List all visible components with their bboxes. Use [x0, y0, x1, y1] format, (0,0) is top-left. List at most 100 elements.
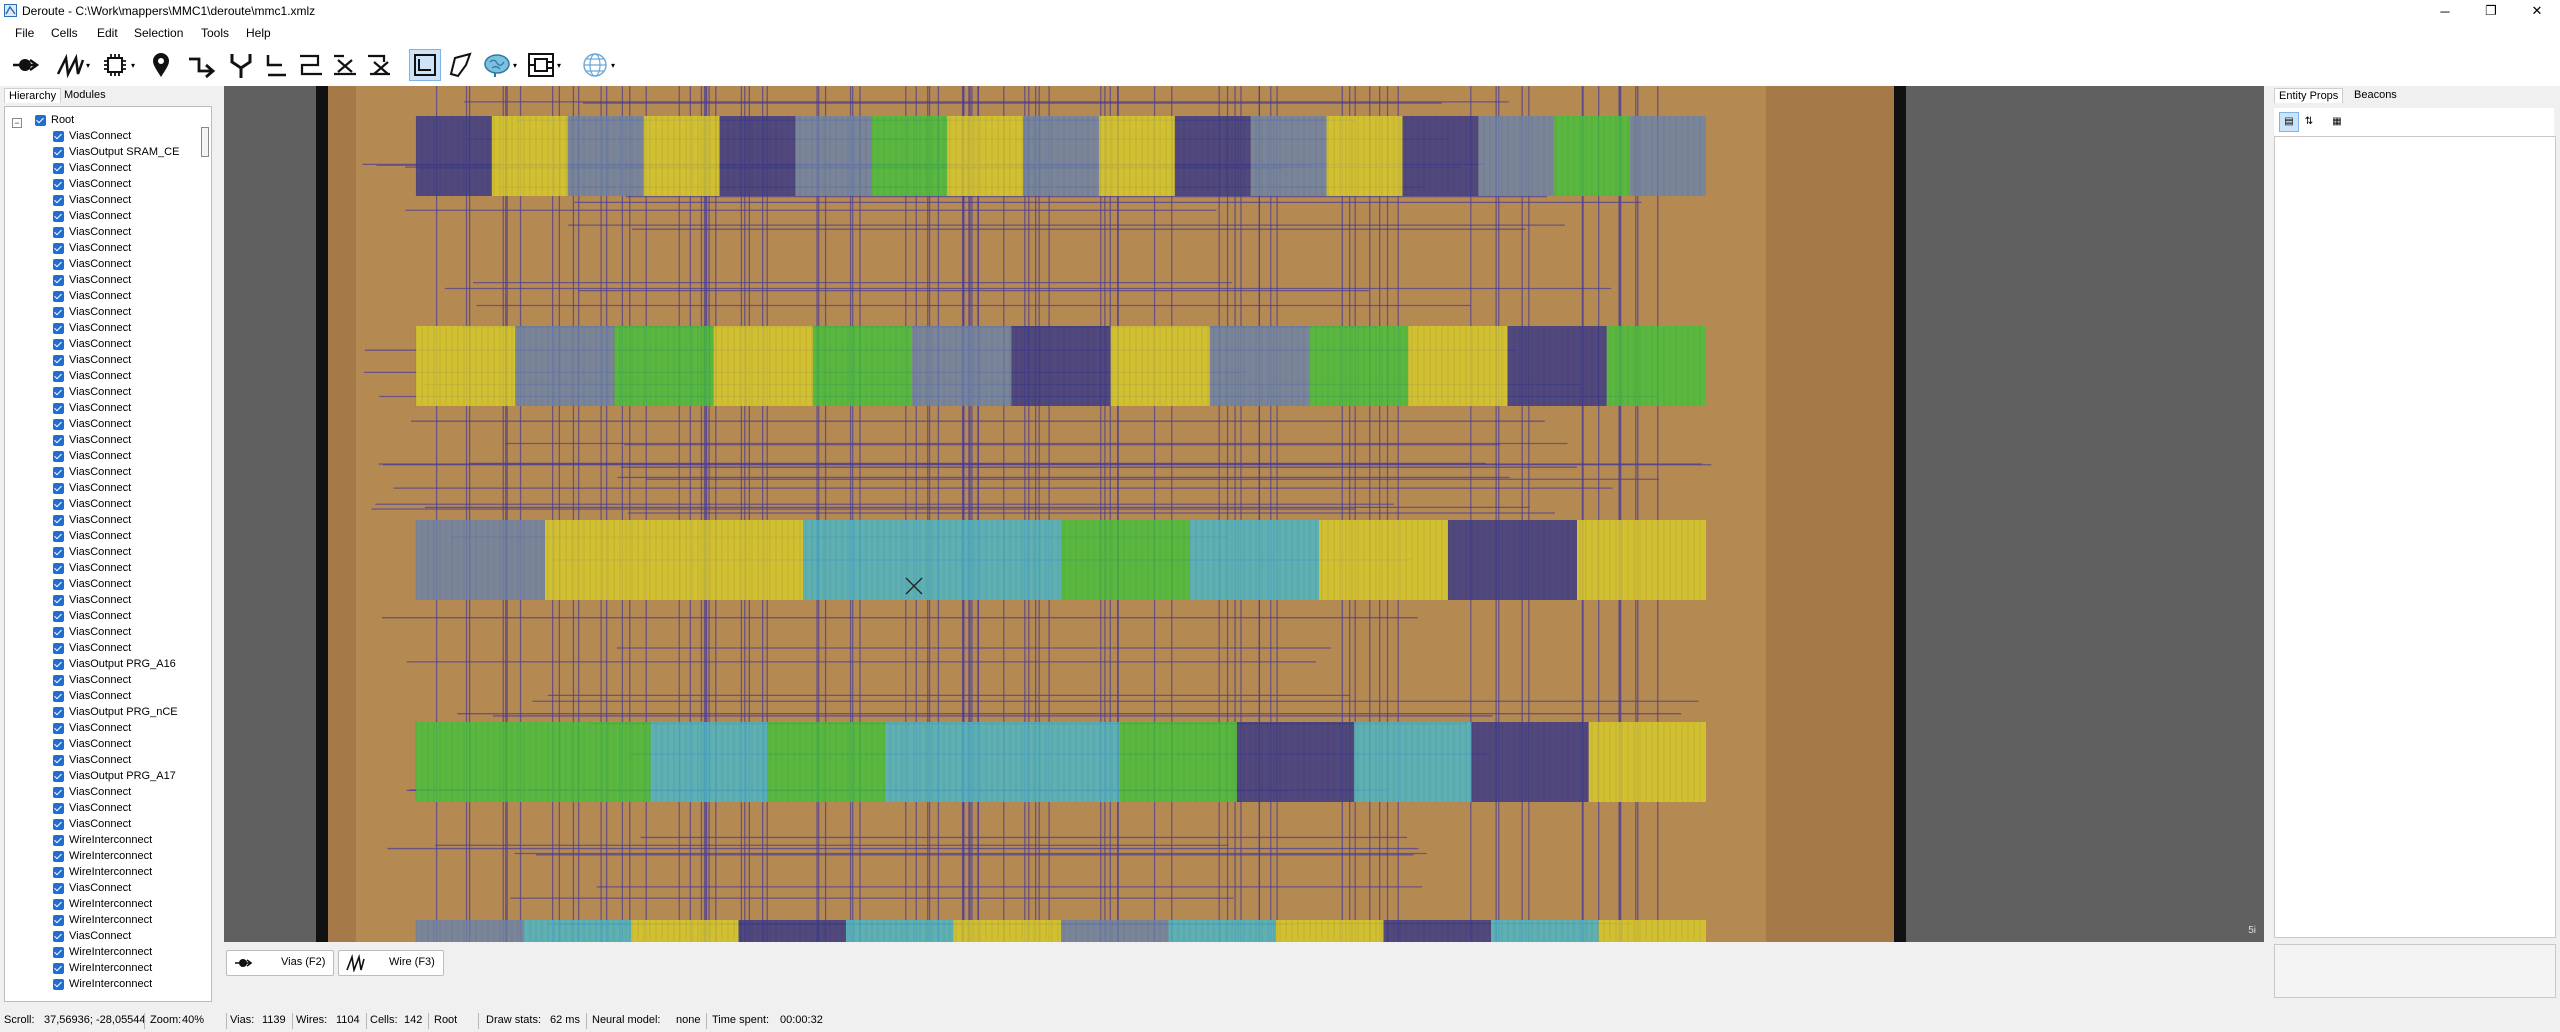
checkbox[interactable] [53, 931, 64, 942]
wire-mode-button[interactable]: Wire (F3) [338, 950, 444, 976]
main-canvas[interactable]: 5i [224, 86, 2264, 942]
tree-item[interactable]: WireInterconnect [53, 913, 199, 929]
checkbox[interactable] [53, 547, 64, 558]
tree-item[interactable]: ViasConnect [53, 641, 199, 657]
sort-alphabetical-icon[interactable]: ⇅ [2300, 113, 2318, 131]
checkbox[interactable] [53, 147, 64, 158]
property-pages-icon[interactable]: ▦ [2328, 113, 2346, 131]
tree-item[interactable]: ViasConnect [53, 353, 199, 369]
checkbox[interactable] [53, 675, 64, 686]
tree-root[interactable]: Root [35, 113, 195, 129]
tree-item[interactable]: WireInterconnect [53, 849, 199, 865]
checkbox[interactable] [53, 275, 64, 286]
tree-item[interactable]: ViasOutput PRG_A17 [53, 769, 199, 785]
region-select-tool-button[interactable] [409, 49, 441, 81]
tab-hierarchy[interactable]: Hierarchy [4, 88, 62, 103]
maximize-button[interactable]: ❐ [2468, 0, 2514, 22]
hierarchy-tree[interactable]: Root ViasConnect ViasOutput SRAM_CE ViasCo… [4, 106, 212, 1002]
checkbox[interactable] [53, 883, 64, 894]
checkbox[interactable] [53, 643, 64, 654]
checkbox[interactable] [53, 227, 64, 238]
checkbox[interactable] [53, 851, 64, 862]
checkbox[interactable] [53, 259, 64, 270]
checkbox[interactable] [53, 419, 64, 430]
checkbox[interactable] [53, 531, 64, 542]
tree-scrollbar[interactable] [201, 127, 209, 157]
tree-item[interactable]: ViasConnect [53, 785, 199, 801]
tree-item[interactable]: WireInterconnect [53, 961, 199, 977]
wire-path-2-tool-button[interactable] [296, 50, 326, 80]
checkbox[interactable] [53, 403, 64, 414]
menu-help[interactable]: Help [246, 26, 271, 40]
checkbox[interactable] [53, 627, 64, 638]
checkbox[interactable] [35, 115, 46, 126]
tree-item[interactable]: ViasConnect [53, 881, 199, 897]
tree-item[interactable]: ViasConnect [53, 513, 199, 529]
checkbox[interactable] [53, 755, 64, 766]
tree-item[interactable]: ViasConnect [53, 481, 199, 497]
tree-item[interactable]: ViasConnect [53, 337, 199, 353]
checkbox[interactable] [53, 211, 64, 222]
checkbox[interactable] [53, 339, 64, 350]
tree-item[interactable]: ViasConnect [53, 417, 199, 433]
checkbox[interactable] [53, 483, 64, 494]
cell-tool-button[interactable] [100, 50, 130, 80]
neural-tool-button[interactable] [482, 50, 512, 80]
checkbox[interactable] [53, 947, 64, 958]
tree-item[interactable]: ViasConnect [53, 465, 199, 481]
tree-item[interactable]: ViasConnect [53, 369, 199, 385]
tab-beacons[interactable]: Beacons [2350, 88, 2401, 102]
tree-item[interactable]: ViasConnect [53, 449, 199, 465]
tree-item[interactable]: ViasConnect [53, 385, 199, 401]
checkbox[interactable] [53, 915, 64, 926]
tree-item[interactable]: ViasConnect [53, 257, 199, 273]
tree-item[interactable]: WireInterconnect [53, 833, 199, 849]
wireframe-tool-button[interactable] [580, 50, 610, 80]
tree-item[interactable]: ViasOutput SRAM_CE [53, 145, 199, 161]
checkbox[interactable] [53, 179, 64, 190]
checkbox[interactable] [53, 787, 64, 798]
module-tool-button[interactable] [526, 50, 556, 80]
checkbox[interactable] [53, 435, 64, 446]
checkbox[interactable] [53, 323, 64, 334]
close-button[interactable]: ✕ [2514, 0, 2560, 22]
beacon-tool-button[interactable] [146, 50, 176, 80]
wire-tool-button[interactable] [55, 50, 85, 80]
checkbox[interactable] [53, 963, 64, 974]
checkbox[interactable] [53, 899, 64, 910]
tree-item[interactable]: ViasConnect [53, 209, 199, 225]
checkbox[interactable] [53, 307, 64, 318]
polygon-tool-button[interactable] [446, 50, 476, 80]
menu-cells[interactable]: Cells [51, 26, 78, 40]
tab-modules[interactable]: Modules [60, 88, 110, 102]
checkbox[interactable] [53, 467, 64, 478]
input-tool-button[interactable] [186, 50, 216, 80]
tree-item[interactable]: ViasConnect [53, 321, 199, 337]
tree-item[interactable]: ViasConnect [53, 225, 199, 241]
tree-item[interactable]: ViasConnect [53, 273, 199, 289]
tree-item[interactable]: WireInterconnect [53, 897, 199, 913]
categorized-view-icon[interactable]: ▤ [2279, 112, 2299, 132]
tree-item[interactable]: WireInterconnect [53, 945, 199, 961]
checkbox[interactable] [53, 195, 64, 206]
tree-item[interactable]: ViasConnect [53, 193, 199, 209]
tree-item[interactable]: ViasConnect [53, 673, 199, 689]
chevron-down-icon[interactable]: ▾ [557, 61, 561, 70]
checkbox[interactable] [53, 515, 64, 526]
checkbox[interactable] [53, 771, 64, 782]
tree-item[interactable]: ViasConnect [53, 545, 199, 561]
tree-item[interactable]: ViasConnect [53, 801, 199, 817]
tree-item[interactable]: ViasConnect [53, 721, 199, 737]
checkbox[interactable] [53, 595, 64, 606]
checkbox[interactable] [53, 979, 64, 990]
checkbox[interactable] [53, 611, 64, 622]
chevron-down-icon[interactable]: ▾ [86, 61, 90, 70]
tree-item[interactable]: ViasConnect [53, 753, 199, 769]
checkbox[interactable] [53, 387, 64, 398]
tree-item[interactable]: ViasConnect [53, 689, 199, 705]
fork-tool-button[interactable] [226, 50, 256, 80]
tree-item[interactable]: ViasConnect [53, 433, 199, 449]
checkbox[interactable] [53, 355, 64, 366]
tree-item[interactable]: ViasConnect [53, 609, 199, 625]
menu-edit[interactable]: Edit [97, 26, 118, 40]
